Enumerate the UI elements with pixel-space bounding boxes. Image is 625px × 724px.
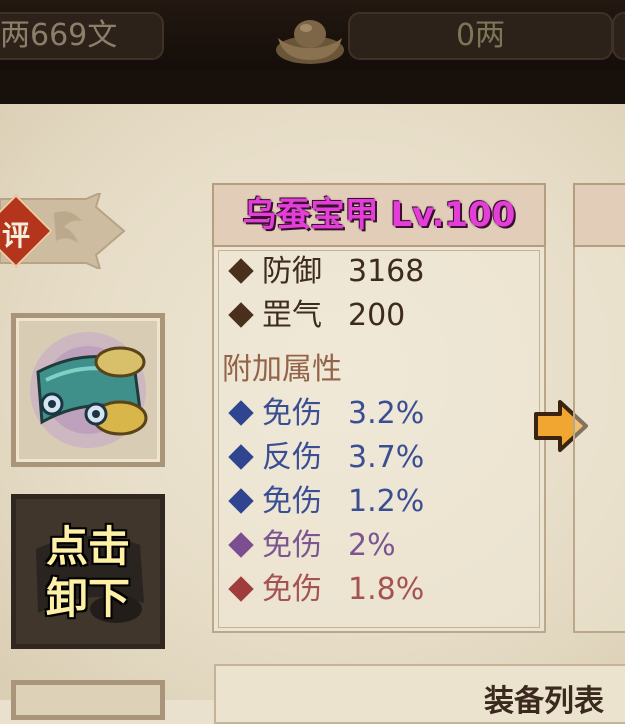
equipment-list-title: 装备列表 <box>484 684 604 719</box>
extra-stat-row: 免伤 1.8% <box>226 570 424 610</box>
extra-stat-row: 免伤 2% <box>226 526 396 566</box>
unload-button-label: 点击 卸下 <box>45 522 130 623</box>
diamond-bullet-icon <box>228 531 254 558</box>
gold-ingot-icon <box>276 20 344 64</box>
currency-bar-edge <box>0 70 625 107</box>
diamond-bullet-icon <box>228 575 254 602</box>
diamond-bullet-icon <box>228 487 254 514</box>
compare-panel-title-bar <box>573 183 625 247</box>
armor-item-icon <box>30 332 148 448</box>
extra-attributes-header: 附加属性 <box>222 352 342 387</box>
equipment-slot[interactable] <box>11 313 165 467</box>
diamond-bullet-icon <box>228 257 254 284</box>
silver-balance: 0两 <box>348 12 613 60</box>
unload-button[interactable]: 点击 卸下 <box>11 494 165 649</box>
diamond-bullet-icon <box>228 399 254 426</box>
compare-panel <box>573 183 625 633</box>
base-stat-row: 防御 3168 <box>226 252 424 292</box>
equipment-slot-next[interactable] <box>11 680 165 720</box>
extra-stat-row: 免伤 1.2% <box>226 482 424 522</box>
base-stat-row: 罡气 200 <box>226 296 405 336</box>
currency-pill-right <box>612 12 625 60</box>
extra-stat-row: 反伤 3.7% <box>226 438 424 478</box>
diamond-bullet-icon <box>228 301 254 328</box>
extra-stat-row: 免伤 3.2% <box>226 394 424 434</box>
item-title: 乌蚕宝甲 Lv.100 <box>242 195 516 235</box>
grade-label: 评 <box>2 219 31 252</box>
copper-balance: 两669文 <box>0 12 164 60</box>
diamond-bullet-icon <box>228 443 254 470</box>
